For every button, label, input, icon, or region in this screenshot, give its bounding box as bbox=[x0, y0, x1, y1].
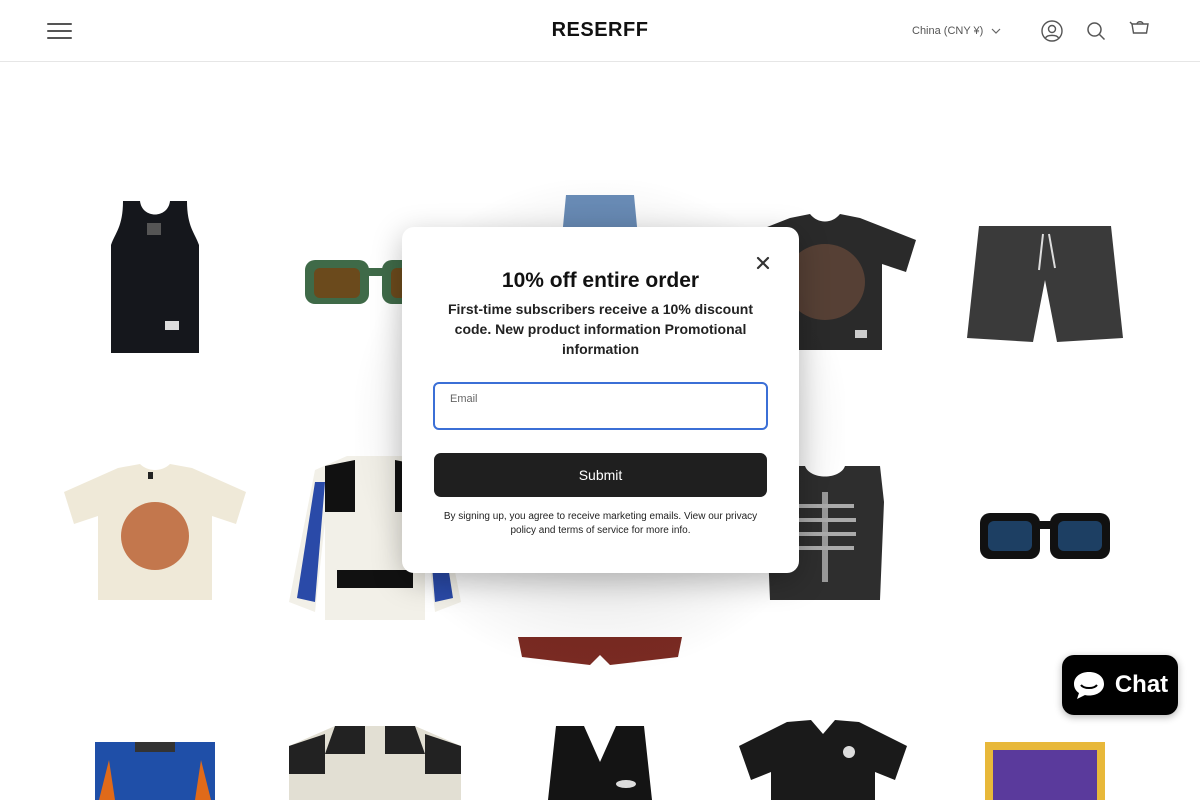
search-icon[interactable] bbox=[1084, 19, 1108, 43]
product-card-cream-graphic-tee[interactable] bbox=[60, 457, 250, 607]
cart-icon[interactable] bbox=[1128, 19, 1152, 43]
currency-label: China (CNY ¥) bbox=[912, 25, 984, 37]
product-card-purple-basketball-shorts[interactable] bbox=[970, 740, 1120, 800]
jersey-image bbox=[289, 726, 461, 800]
popup-subtitle: First-time subscribers receive a 10% dis… bbox=[447, 301, 753, 357]
newsletter-popup: 10% off entire order First-time subscrib… bbox=[402, 227, 799, 573]
popup-title: 10% off entire order bbox=[501, 269, 700, 292]
product-card-black-shirt[interactable] bbox=[735, 720, 911, 800]
muay-thai-shorts-image bbox=[95, 742, 215, 800]
black-shirt-image bbox=[739, 720, 907, 800]
product-card-red-paisley-shorts[interactable] bbox=[510, 632, 690, 672]
product-card-grey-washed-shorts[interactable] bbox=[960, 212, 1130, 352]
currency-selector[interactable]: China (CNY ¥) bbox=[912, 20, 1001, 42]
cream-tee-image bbox=[64, 464, 246, 600]
black-sunglasses-image bbox=[980, 513, 1110, 559]
chevron-down-icon bbox=[991, 28, 1001, 34]
red-shorts-image bbox=[518, 637, 682, 665]
chat-bubble-icon bbox=[1073, 672, 1104, 699]
site-logo: RESERFF bbox=[0, 19, 1200, 42]
product-card-black-tank-top[interactable] bbox=[60, 192, 250, 362]
logo-text[interactable]: RESERFF bbox=[552, 19, 649, 41]
popup-legal-text: By signing up, you agree to receive mark… bbox=[443, 511, 758, 536]
leather-vest-image bbox=[548, 726, 652, 800]
product-card-blue-muay-thai-shorts[interactable] bbox=[80, 740, 230, 800]
chat-button[interactable]: Chat bbox=[1062, 655, 1178, 715]
menu-icon[interactable] bbox=[46, 20, 74, 42]
tank-top-image bbox=[111, 201, 199, 353]
site-header: RESERFF China (CNY ¥) bbox=[0, 0, 1200, 62]
product-card-black-sunglasses[interactable] bbox=[965, 492, 1125, 582]
email-field[interactable]: Email bbox=[433, 382, 768, 430]
product-card-black-cream-jersey[interactable] bbox=[285, 724, 465, 800]
submit-button[interactable]: Submit bbox=[434, 453, 767, 497]
account-icon[interactable] bbox=[1040, 19, 1064, 43]
chat-label: Chat bbox=[1114, 671, 1169, 698]
product-card-leather-vest[interactable] bbox=[530, 722, 670, 800]
basketball-shorts-image bbox=[985, 742, 1105, 800]
grey-shorts-image bbox=[967, 226, 1123, 342]
email-label: Email bbox=[450, 393, 478, 405]
